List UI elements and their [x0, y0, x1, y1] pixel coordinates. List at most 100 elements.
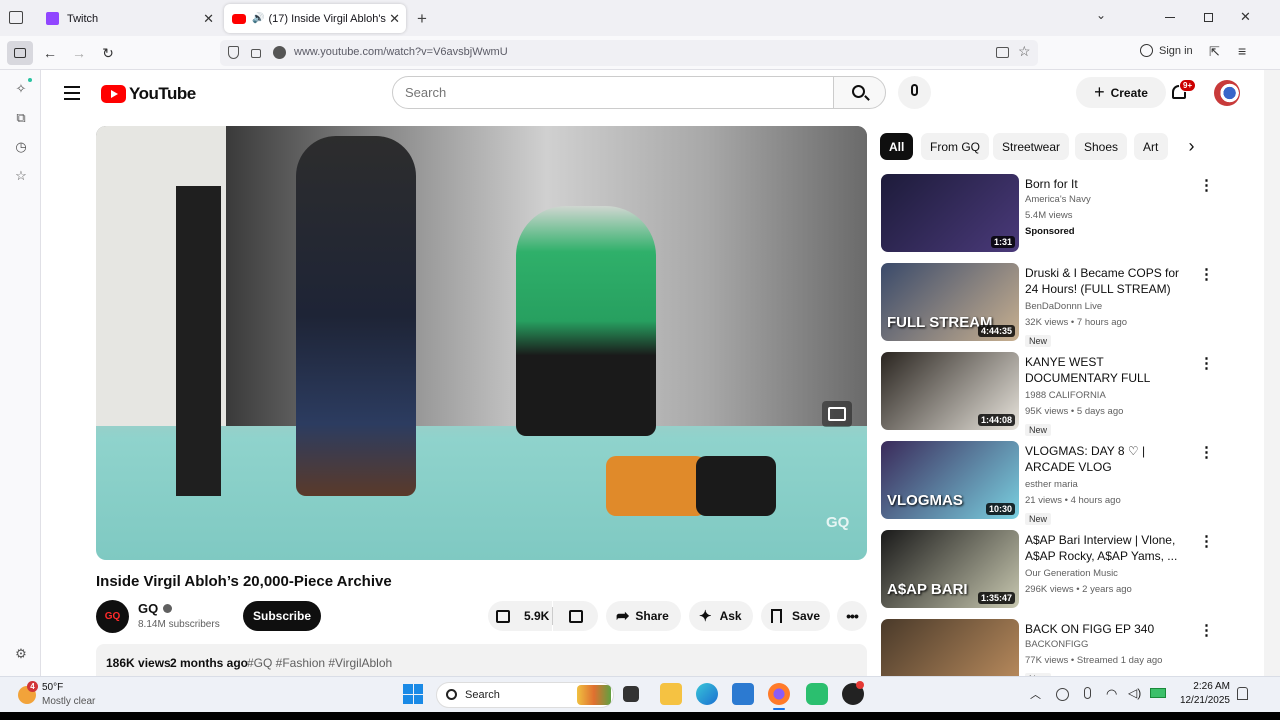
sign-in-button[interactable]: Sign in — [1140, 44, 1193, 57]
chip-streetwear[interactable]: Streetwear — [993, 133, 1070, 160]
more-vertical-icon[interactable]: ⋮ — [1199, 532, 1214, 550]
more-vertical-icon[interactable]: ⋮ — [1199, 443, 1214, 461]
translate-icon[interactable] — [996, 47, 1009, 58]
subscribe-button[interactable]: Subscribe — [243, 601, 321, 631]
history-icon[interactable]: ◷ — [12, 138, 30, 156]
video-title[interactable]: BACK ON FIGG EP 340 — [1025, 621, 1195, 637]
search-input[interactable] — [405, 85, 805, 100]
video-thumbnail[interactable] — [881, 619, 1019, 676]
video-title[interactable]: Druski & I Became COPS for 24 Hours! (FU… — [1025, 265, 1195, 297]
store-icon[interactable] — [732, 683, 754, 705]
start-icon[interactable] — [403, 684, 423, 704]
chip-from-gq[interactable]: From GQ — [921, 133, 989, 160]
channel-name[interactable]: esther maria — [1025, 477, 1078, 493]
sidebar-toggle-icon[interactable] — [7, 41, 33, 65]
hashtags[interactable]: #GQ #Fashion #VirgilAbloh — [247, 656, 392, 670]
scrollbar[interactable] — [1264, 70, 1280, 676]
restore-icon[interactable] — [1204, 13, 1213, 22]
bookmarks-icon[interactable]: ☆ — [12, 167, 30, 185]
more-vertical-icon[interactable]: ⋮ — [1199, 176, 1214, 194]
clock[interactable]: 2:26 AM 12/21/2025 — [1176, 680, 1230, 708]
channel-name[interactable]: BenDaDonnn Live — [1025, 299, 1102, 315]
tab-list-icon[interactable] — [9, 11, 23, 24]
channel-avatar[interactable]: GQ — [96, 600, 129, 633]
share-button[interactable]: ➦ Share — [606, 601, 681, 631]
forward-icon[interactable]: → — [66, 41, 92, 65]
channel-name[interactable]: GQ — [138, 601, 173, 616]
notification-center-icon[interactable] — [1237, 687, 1248, 700]
edge-icon[interactable] — [696, 683, 718, 705]
chevron-down-icon[interactable]: ⌄ — [1096, 8, 1106, 22]
taskbar-search[interactable]: Search — [436, 682, 614, 708]
video-title[interactable]: VLOGMAS: DAY 8 ♡ | ARCADE VLOG — [1025, 443, 1195, 475]
recommendation-item[interactable]: 1:31 Born for It America's Navy 5.4M views S… — [881, 174, 1221, 254]
channel-name[interactable]: Our Generation Music — [1025, 566, 1118, 582]
chip-art[interactable]: Art — [1134, 133, 1168, 160]
chevron-right-icon[interactable]: › — [1178, 133, 1205, 160]
chatgpt-icon[interactable] — [806, 683, 828, 705]
recommendation-item[interactable]: 1:44:08 KANYE WEST DOCUMENTARY FULL 1988 C… — [881, 352, 1221, 436]
recommendation-item[interactable]: FULL STREAM 4:44:35 Druski & I Became COPS… — [881, 263, 1221, 347]
miniplayer-icon[interactable] — [822, 401, 852, 427]
more-vertical-icon[interactable]: ⋮ — [1199, 354, 1214, 372]
site-permission-icon[interactable] — [273, 46, 286, 59]
wifi-icon[interactable]: ◠ — [1106, 686, 1117, 702]
back-icon[interactable]: ← — [37, 41, 63, 65]
guide-menu-icon[interactable] — [64, 86, 80, 100]
channel-name[interactable]: 1988 CALIFORNIA — [1025, 388, 1106, 404]
microphone-icon[interactable] — [1084, 687, 1091, 699]
file-explorer-icon[interactable] — [660, 683, 682, 705]
video-thumbnail[interactable]: 1:31 — [881, 174, 1019, 252]
tray-chevron-icon[interactable]: ︿ — [1030, 686, 1041, 702]
weather-widget[interactable]: 4 50°F Mostly clear — [14, 680, 124, 710]
menu-icon[interactable]: ≡ — [1238, 43, 1246, 59]
task-view-icon[interactable] — [623, 686, 639, 702]
tab-youtube[interactable]: 🔊 (17) Inside Virgil Abloh's 20, ✕ — [224, 4, 406, 33]
video-thumbnail[interactable]: A$AP BARI 1:35:47 — [881, 530, 1019, 608]
avatar[interactable] — [1214, 80, 1240, 106]
close-tab-icon[interactable]: ✕ — [389, 11, 400, 27]
video-thumbnail[interactable]: 1:44:08 — [881, 352, 1019, 430]
recommendation-item[interactable]: VLOGMAS 10:30 VLOGMAS: DAY 8 ♡ | ARCADE VL… — [881, 441, 1221, 525]
notifications-button[interactable]: 9+ — [1169, 79, 1197, 103]
create-button[interactable]: + Create — [1076, 77, 1166, 108]
volume-icon[interactable]: ◁) — [1128, 686, 1141, 700]
bookmark-star-icon[interactable]: ☆ — [1018, 43, 1031, 60]
lock-icon[interactable] — [251, 49, 261, 58]
firefox-icon[interactable] — [768, 683, 790, 705]
battery-icon[interactable] — [1150, 688, 1166, 698]
settings-icon[interactable]: ⚙ — [12, 645, 30, 663]
speaker-icon[interactable]: 🔊 — [252, 13, 264, 24]
extensions-icon[interactable]: ⇱ — [1209, 44, 1220, 60]
reload-icon[interactable]: ↻ — [95, 41, 121, 65]
like-button[interactable]: 5.9K — [488, 601, 552, 631]
ask-button[interactable]: ✦ Ask — [689, 601, 753, 631]
search-box[interactable] — [392, 76, 834, 109]
description-box[interactable]: 186K views 2 months ago #GQ #Fashion #Vi… — [96, 644, 867, 676]
url-text[interactable]: www.youtube.com/watch?v=V6avsbjWwmU — [294, 46, 508, 58]
minimize-icon[interactable] — [1165, 17, 1175, 18]
synced-tabs-icon[interactable]: ⧉ — [12, 109, 30, 127]
video-thumbnail[interactable]: VLOGMAS 10:30 — [881, 441, 1019, 519]
video-title[interactable]: A$AP Bari Interview | Vlone, A$AP Rocky,… — [1025, 532, 1195, 564]
shield-icon[interactable] — [228, 46, 239, 59]
video-player[interactable]: GQ — [96, 126, 867, 560]
tray-app-icon[interactable] — [1056, 688, 1069, 701]
tab-twitch[interactable]: Twitch ✕ — [38, 4, 220, 33]
close-window-icon[interactable]: ✕ — [1240, 9, 1251, 25]
youtube-logo[interactable]: YouTube — [101, 84, 196, 104]
video-title[interactable]: KANYE WEST DOCUMENTARY FULL — [1025, 354, 1195, 386]
voice-search-button[interactable] — [898, 76, 931, 109]
chip-all[interactable]: All — [880, 133, 914, 160]
more-vertical-icon[interactable]: ⋮ — [1199, 265, 1214, 283]
channel-name[interactable]: BACKONFIGG — [1025, 637, 1088, 653]
dislike-button[interactable] — [553, 601, 598, 631]
video-title[interactable]: Born for It — [1025, 176, 1195, 192]
new-tab-icon[interactable]: + — [417, 9, 427, 29]
search-button[interactable] — [833, 76, 886, 109]
channel-name[interactable]: America's Navy — [1025, 192, 1091, 208]
ai-sparkle-icon[interactable]: ✧ — [12, 80, 30, 98]
save-button[interactable]: Save — [761, 601, 830, 631]
recommendation-item[interactable]: A$AP BARI 1:35:47 A$AP Bari Interview | Vl… — [881, 530, 1221, 610]
more-actions-button[interactable]: ••• — [837, 601, 867, 631]
